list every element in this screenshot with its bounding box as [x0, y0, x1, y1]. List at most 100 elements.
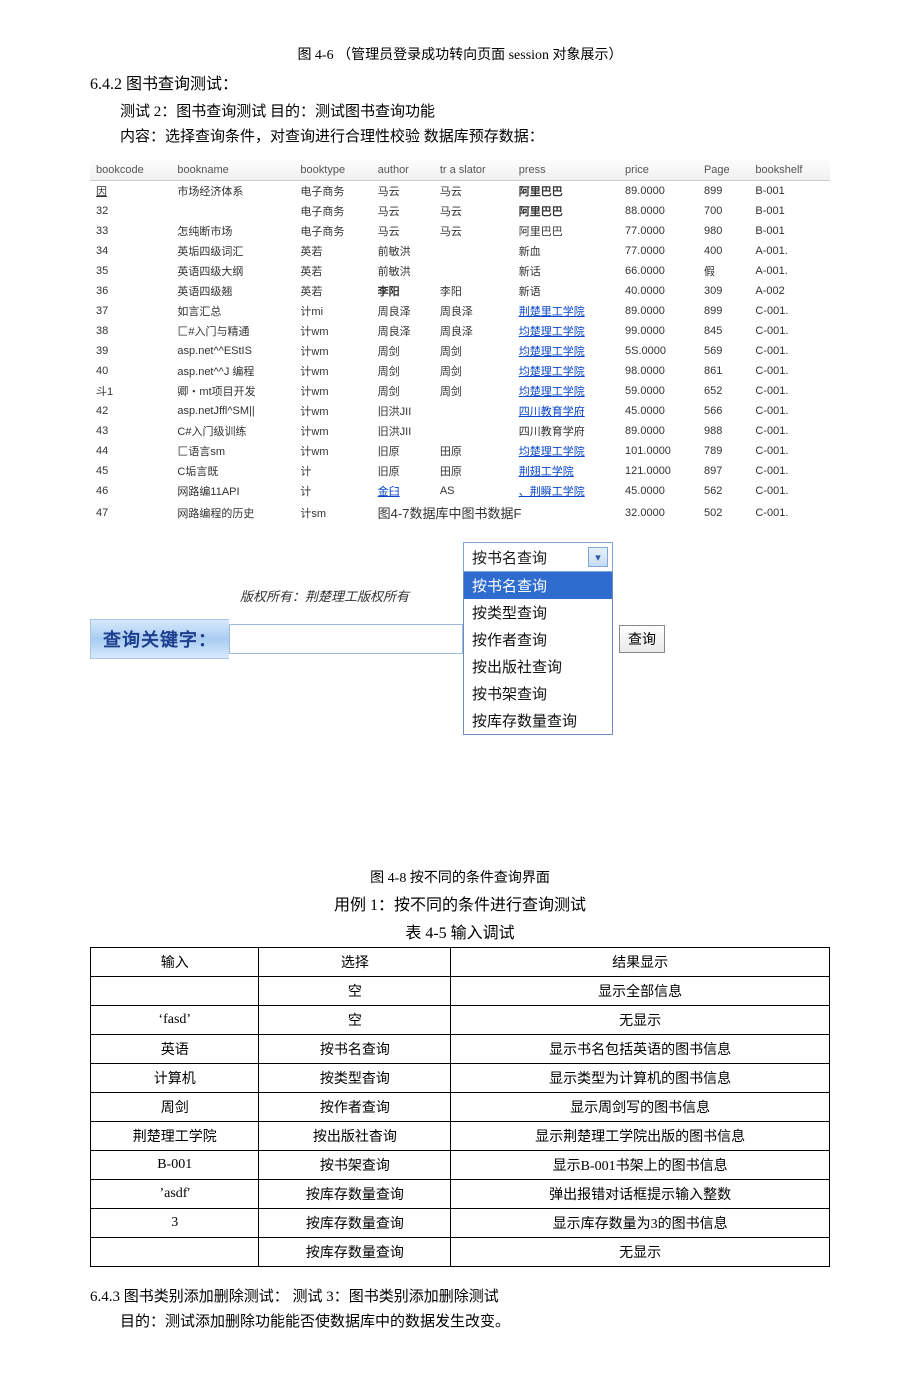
db-cell: C-001. [749, 301, 830, 321]
result-cell: 显示类型为计算机的图书信息 [451, 1064, 830, 1093]
result-cell: 周剑 [91, 1093, 259, 1122]
db-cell: 32.0000 [619, 501, 698, 524]
case-1-title: 用例 1：按不同的条件进行查询测试 [90, 891, 830, 915]
db-cell: 845 [698, 321, 749, 341]
result-cell: 按出版社杳询 [259, 1122, 451, 1151]
db-cell: 卿・mt项目开发 [171, 381, 294, 401]
table-row: 45C垢言既计旧原田原荆翅工学院121.0000897C-001. [90, 461, 830, 481]
result-cell [91, 977, 259, 1006]
table-row: 44匚语言sm计wm旧原田原均楚理工学院101.0000789C-001. [90, 441, 830, 461]
result-cell: 弹出报错对话框提示输入整数 [451, 1180, 830, 1209]
result-cell: 按作者查询 [259, 1093, 451, 1122]
db-cell: 市场经济体系 [171, 181, 294, 202]
db-cell: 39 [90, 341, 171, 361]
table-4-5: 输入选择结果显示 空显示全部信息‘fasd’空无显示英语按书名查询显示书名包括英… [90, 947, 830, 1267]
figure-4-6-caption: 图 4-6 （管理员登录成功转向页面 session 对象展示） [90, 44, 830, 64]
query-submit-button[interactable]: 查询 [619, 625, 665, 653]
query-option[interactable]: 按作者查询 [464, 626, 612, 653]
db-cell: 英若 [294, 241, 371, 261]
query-select-value: 按书名查询 [472, 547, 547, 568]
db-cell: 周剑 [372, 361, 434, 381]
db-cell: 网路编11API [171, 481, 294, 501]
db-cell: 匚#入门与精通 [171, 321, 294, 341]
db-header-cell: press [513, 160, 619, 181]
db-cell: 旧原 [372, 461, 434, 481]
db-cell: A-001. [749, 261, 830, 281]
table-row: 因市场经济体系电子商务马云马云阿里巴巴89.0000899B-001 [90, 181, 830, 202]
db-cell: 前敏洪 [372, 241, 434, 261]
db-cell: 40 [90, 361, 171, 381]
db-cell: 569 [698, 341, 749, 361]
db-cell: 电子商务 [294, 221, 371, 241]
db-cell: 897 [698, 461, 749, 481]
result-cell: 按类型杳询 [259, 1064, 451, 1093]
db-cell: 马云 [372, 181, 434, 202]
db-cell [434, 261, 513, 281]
result-cell: 按库存数量查询 [259, 1180, 451, 1209]
db-cell: B-001 [749, 181, 830, 202]
result-cell: 按库存数量查询 [259, 1238, 451, 1267]
db-cell: 均楚理工学院 [513, 441, 619, 461]
db-cell: 899 [698, 301, 749, 321]
query-option[interactable]: 按类型查询 [464, 599, 612, 626]
db-cell: 因 [90, 181, 171, 202]
db-cell: C#入门级训练 [171, 421, 294, 441]
table-row: ’asdf'按库存数量查询弹出报错对话框提示输入整数 [91, 1180, 830, 1209]
query-type-select[interactable]: 按书名查询 ▾ 按书名查询按类型查询按作者查询按出版社查询按书架查询按库存数量查… [463, 542, 613, 735]
chevron-down-icon[interactable]: ▾ [588, 547, 608, 567]
result-cell [91, 1238, 259, 1267]
query-keyword-input[interactable] [229, 624, 463, 654]
db-cell: 计wm [294, 361, 371, 381]
db-cell: 周剑 [434, 361, 513, 381]
db-cell: 计wm [294, 381, 371, 401]
db-cell: 旧洪JII [372, 421, 434, 441]
db-cell: 99.0000 [619, 321, 698, 341]
copyright-text: 版权所有：荆楚理工版权所有 [240, 586, 409, 605]
db-cell: 32 [90, 201, 171, 221]
db-cell: 李阳 [372, 281, 434, 301]
result-cell: 显示书名包括英语的图书信息 [451, 1035, 830, 1064]
result-cell: 按书架查询 [259, 1151, 451, 1180]
db-cell: 89.0000 [619, 181, 698, 202]
db-cell: 旧原 [372, 441, 434, 461]
test2-purpose: 测试 2：图书查询测试 目的：测试图书查询功能 [90, 100, 830, 121]
table-row: ‘fasd’空无显示 [91, 1006, 830, 1035]
query-option[interactable]: 按书名查询 [464, 572, 612, 599]
db-cell: 502 [698, 501, 749, 524]
result-cell: 英语 [91, 1035, 259, 1064]
table-row: 3按库存数量查询显示库存数量为3的图书信息 [91, 1209, 830, 1238]
db-cell: 四川教育学府 [513, 401, 619, 421]
query-option[interactable]: 按库存数量查询 [464, 707, 612, 734]
table-row: 47网路编程的历史计sm图4-7数据库中图书数据F32.0000502C-001… [90, 501, 830, 524]
table-row: 周剑按作者查询显示周剑写的图书信息 [91, 1093, 830, 1122]
db-cell: C-001. [749, 321, 830, 341]
db-cell: 652 [698, 381, 749, 401]
db-cell: 新血 [513, 241, 619, 261]
db-cell: C-001. [749, 461, 830, 481]
db-cell: 前敏洪 [372, 261, 434, 281]
result-cell: ’asdf' [91, 1180, 259, 1209]
db-cell: 计wm [294, 401, 371, 421]
db-cell: 斗1 [90, 381, 171, 401]
result-cell: 无显示 [451, 1006, 830, 1035]
section-6-4-3-title: 6.4.3 图书类别添加删除测试： 测试 3：图书类别添加删除测试 [90, 1285, 830, 1306]
db-cell: 计 [294, 461, 371, 481]
figure-4-8-caption: 图 4-8 按不同的条件查询界面 [90, 867, 830, 887]
result-cell: 空 [259, 1006, 451, 1035]
db-cell: C-001. [749, 501, 830, 524]
db-cell: 马云 [434, 181, 513, 202]
db-cell: 计wm [294, 321, 371, 341]
db-cell: 46 [90, 481, 171, 501]
db-cell: 77.0000 [619, 241, 698, 261]
result-cell: 空 [259, 977, 451, 1006]
db-cell: 计mi [294, 301, 371, 321]
db-cell: C垢言既 [171, 461, 294, 481]
db-cell: 计wm [294, 441, 371, 461]
db-cell: 马云 [372, 221, 434, 241]
db-cell: 42 [90, 401, 171, 421]
query-option[interactable]: 按书架查询 [464, 680, 612, 707]
query-option[interactable]: 按出版社查询 [464, 653, 612, 680]
table-row: 计算机按类型杳询显示类型为计算机的图书信息 [91, 1064, 830, 1093]
db-cell: 阿里巴巴 [513, 181, 619, 202]
db-cell: 田原 [434, 461, 513, 481]
